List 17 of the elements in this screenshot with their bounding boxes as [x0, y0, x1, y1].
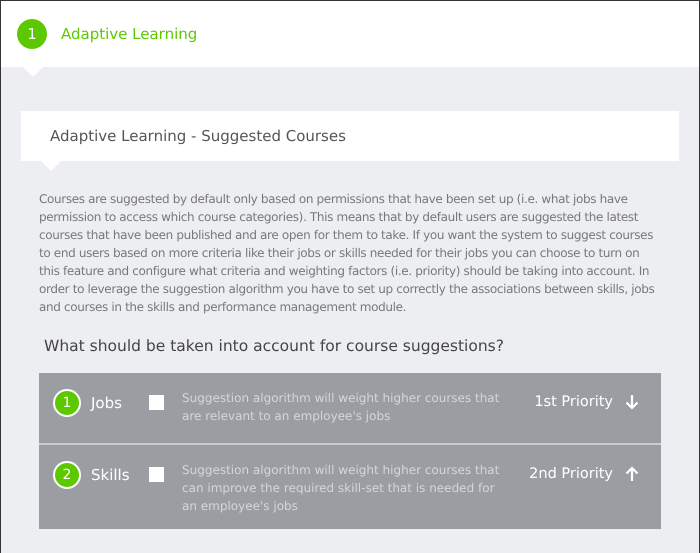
- criterion-label: Skills: [91, 465, 131, 486]
- description-paragraph: Courses are suggested by default only based on permissions that have been set up (i.e. what jobs have permission to access which course categories). This means that by default users are suggested the latest courses that have been published and are open for them to take. If you want the system to suggest courses to end users based on more criteria like their jobs or skills needed for their jobs you can choose to turn on this feature and configure what criteria and weighting factors (i.e. priority) should be taking into account. In order to leverage the suggestion algorithm you have to set up correctly the associations between skills, jobs and courses in the skills and performance management module.: [39, 191, 656, 316]
- priority-label: 1st Priority: [534, 393, 613, 412]
- criterion-description: Suggestion algorithm will weight higher courses that are relevant to an employee's jobs: [182, 390, 500, 426]
- checkbox[interactable]: [149, 395, 164, 410]
- step-title: Adaptive Learning: [61, 24, 198, 45]
- number-badge: 1: [53, 389, 81, 418]
- question-heading: What should be taken into account for course suggestions?: [44, 336, 505, 357]
- criterion-description: Suggestion algorithm will weight higher courses that can improve the required skill-set that is needed for an employee's jobs: [182, 462, 500, 516]
- card-title: Adaptive Learning - Suggested Courses: [50, 126, 346, 147]
- criterion-label: Jobs: [91, 393, 123, 414]
- checkbox[interactable]: [149, 467, 164, 482]
- priority-label: 2nd Priority: [529, 465, 613, 484]
- step-number-badge: 1: [17, 19, 47, 49]
- down-arrow-icon[interactable]: [625, 394, 639, 410]
- number-badge: 2: [53, 461, 81, 490]
- up-arrow-icon[interactable]: [625, 466, 639, 482]
